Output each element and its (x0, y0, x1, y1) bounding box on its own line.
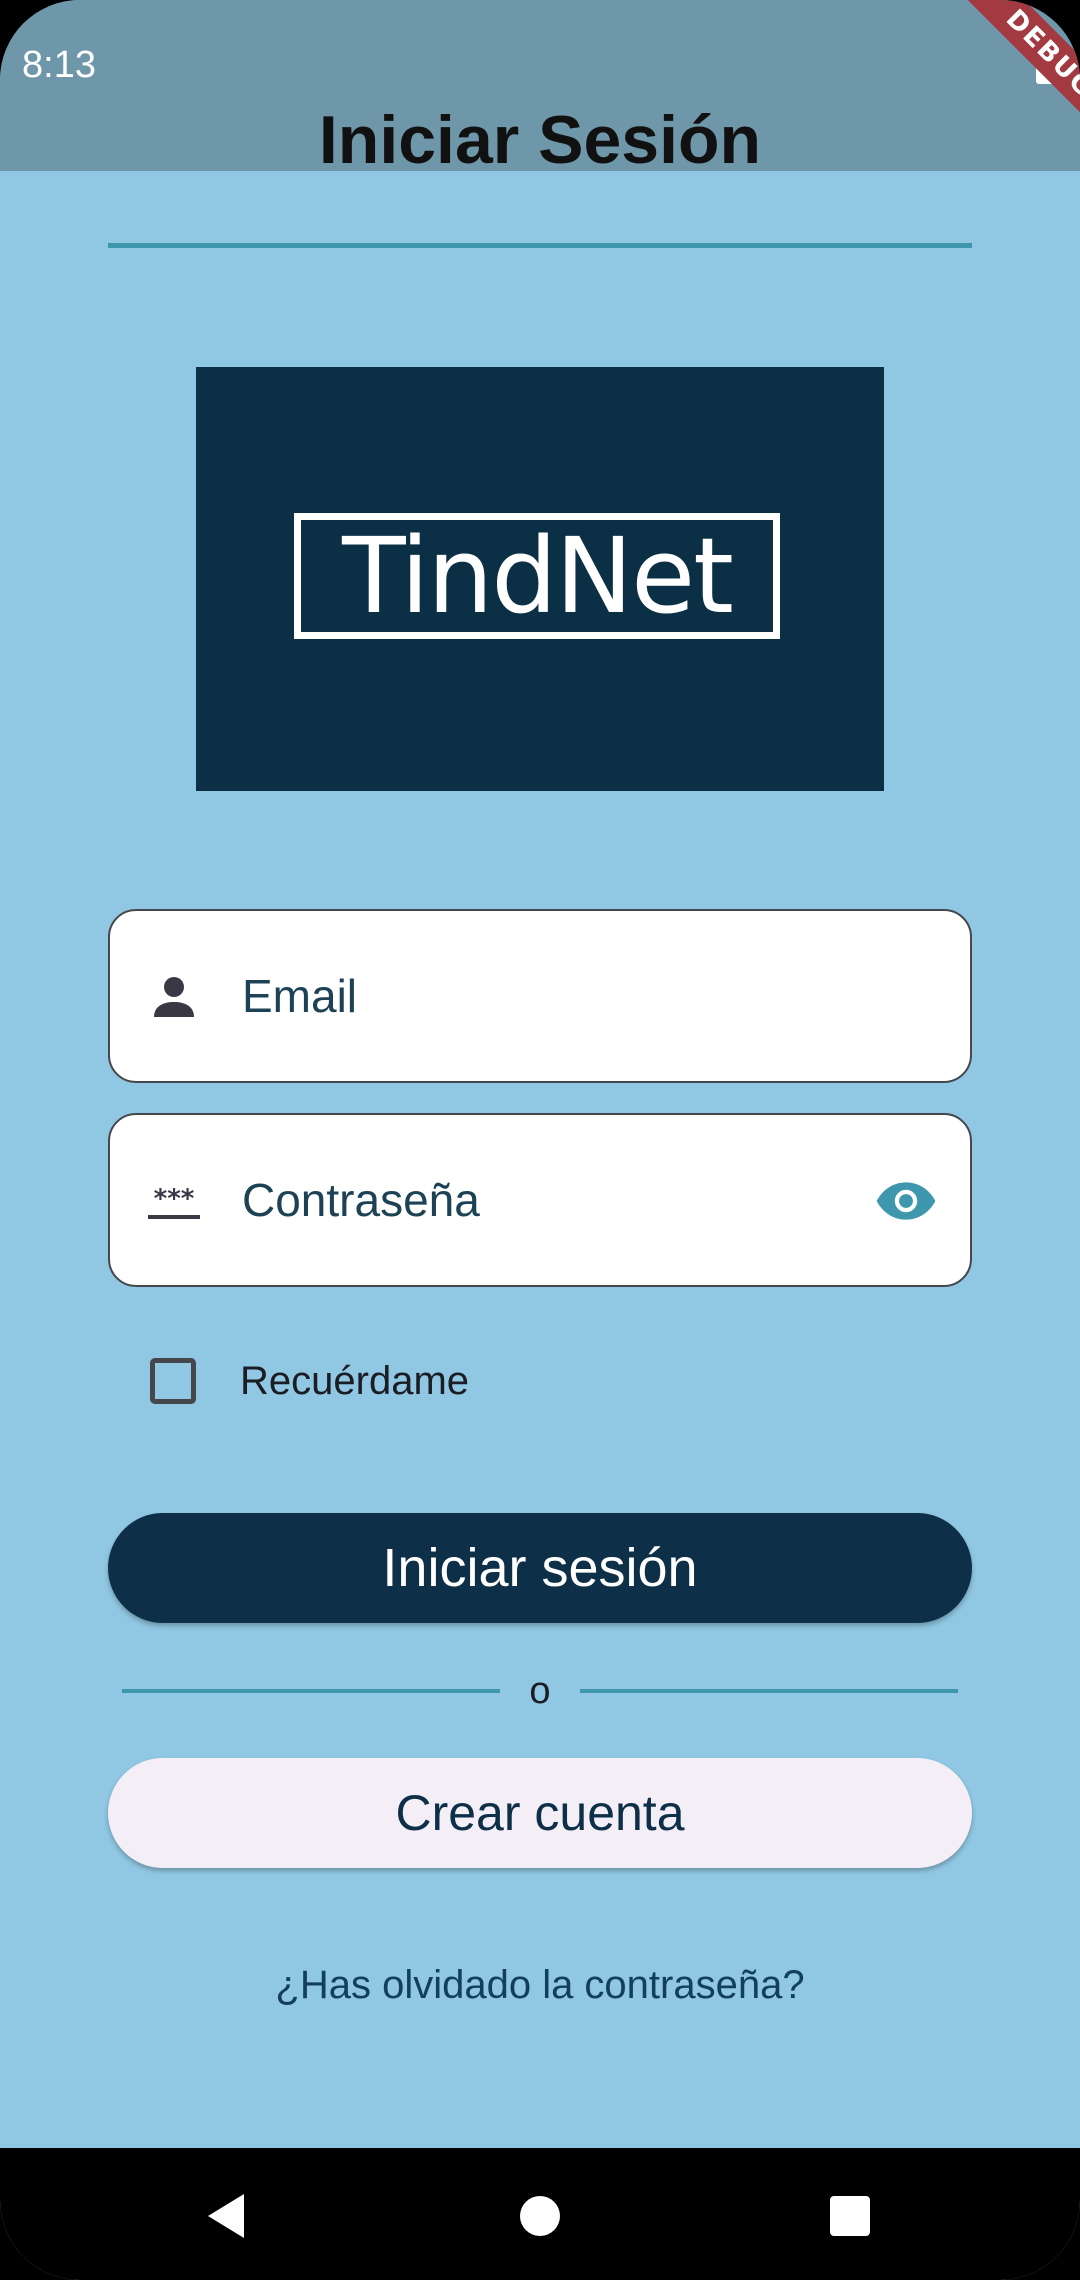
create-account-button[interactable]: Crear cuenta (108, 1758, 972, 1868)
login-screen: 8:13 Iniciar Sesión DEBUG TindNet *** Re… (0, 0, 1080, 2280)
recent-square-icon[interactable] (820, 2186, 880, 2246)
page-title: Iniciar Sesión (318, 102, 762, 178)
remember-me-label: Recuérdame (240, 1359, 470, 1403)
remember-me-checkbox[interactable] (150, 1358, 196, 1404)
forgot-password-link[interactable]: ¿Has olvidado la contraseña? (0, 1960, 1080, 2010)
separator-line-right (580, 1689, 958, 1693)
logo-text: TindNet (342, 515, 734, 637)
email-input[interactable] (242, 911, 862, 1081)
logo-frame: TindNet (294, 513, 780, 639)
email-field[interactable] (108, 909, 972, 1083)
password-field[interactable]: *** (108, 1113, 972, 1287)
password-input[interactable] (242, 1115, 862, 1285)
back-triangle-icon[interactable] (198, 2186, 258, 2246)
separator-line-left (122, 1689, 500, 1693)
login-button[interactable]: Iniciar sesión (108, 1513, 972, 1623)
eye-icon[interactable] (874, 1169, 938, 1233)
top-divider (108, 243, 972, 248)
tindnet-logo: TindNet (196, 367, 884, 791)
svg-text:***: *** (154, 1184, 195, 1214)
person-icon (154, 977, 194, 1017)
password-icon: *** (148, 1184, 200, 1219)
system-nav-bar (0, 2148, 1080, 2280)
status-time: 8:13 (22, 44, 96, 86)
app-bar: 8:13 Iniciar Sesión (0, 0, 1080, 178)
separator-text: o (529, 1670, 551, 1712)
home-circle-icon[interactable] (510, 2186, 570, 2246)
